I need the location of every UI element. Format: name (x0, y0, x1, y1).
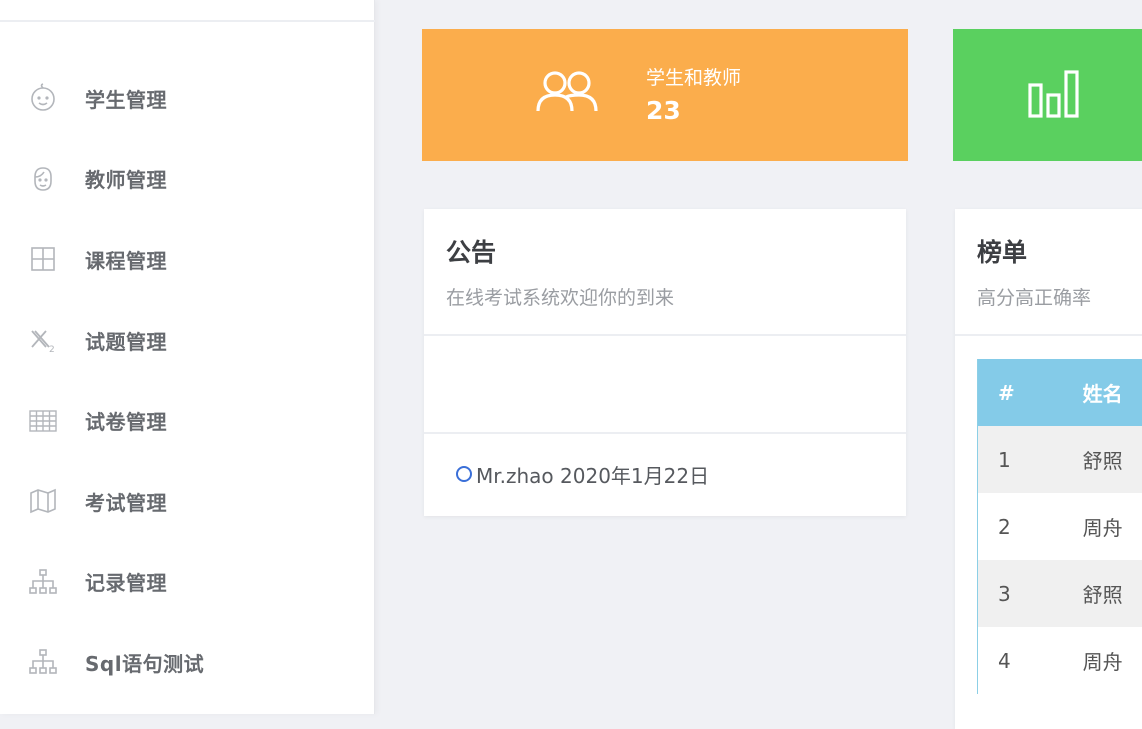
notice-panel: 公告 在线考试系统欢迎你的到来 Mr.zhao 2020年1月22日 (424, 209, 906, 516)
hierarchy-icon (28, 567, 58, 597)
sidebar-item-label: 试卷管理 (85, 410, 167, 435)
stat-card-chart[interactable] (953, 29, 1142, 161)
table-row[interactable]: 4 周舟 (978, 627, 1142, 694)
notice-entry[interactable]: Mr.zhao 2020年1月22日 (424, 434, 906, 514)
divider (0, 20, 375, 22)
table-cell: 1 (998, 447, 1011, 472)
stat-card-users[interactable]: 学生和教师 23 (422, 29, 908, 161)
panel-body (424, 336, 906, 434)
column-header[interactable]: 姓名 (1058, 378, 1142, 407)
face-icon (28, 164, 58, 194)
table-row[interactable]: 3 舒照 (978, 560, 1142, 627)
svg-text:2: 2 (49, 345, 55, 355)
table-cell: 舒照 (1082, 583, 1123, 607)
sidebar-item-label: Sql语句测试 (85, 651, 205, 676)
main-content: 学生和教师 23 公告 在线考试系统欢迎你的到来 Mr.zhao 2020年1月… (376, 0, 1142, 729)
table-cell: 周舟 (1082, 650, 1123, 674)
circle-icon (456, 466, 472, 482)
stat-text: 学生和教师 23 (646, 63, 741, 125)
sidebar-item-teachers[interactable]: 教师管理 (0, 139, 375, 220)
sidebar-item-sql-test[interactable]: Sql语句测试 (0, 622, 375, 703)
panel-header: 公告 在线考试系统欢迎你的到来 (424, 209, 906, 336)
sidebar-item-label: 记录管理 (85, 571, 167, 596)
panel-subtitle: 高分高正确率 (977, 287, 1092, 309)
sidebar-item-label: 考试管理 (85, 490, 167, 515)
sidebar-item-papers[interactable]: 试卷管理 (0, 380, 375, 461)
table-cell: 周舟 (1082, 516, 1123, 540)
sidebar-item-label: 试题管理 (85, 329, 167, 354)
rank-panel: 榜单 高分高正确率 # 姓名 1 舒照 2 周舟 3 舒照 4 周舟 (955, 209, 1142, 729)
users-icon (536, 69, 598, 121)
panel-title: 榜单 (977, 238, 1028, 267)
panel-subtitle: 在线考试系统欢迎你的到来 (446, 287, 675, 309)
sidebar-item-courses[interactable]: 课程管理 (0, 219, 375, 300)
stat-value: 23 (646, 96, 681, 125)
sidebar-item-label: 教师管理 (85, 168, 167, 193)
panel-title: 公告 (446, 238, 497, 267)
table-cell: 舒照 (1082, 449, 1123, 473)
sidebar-menu: 学生管理 教师管理 课程管理 2 试题管理 试卷管理 考试管理 记录管理 Sql… (0, 58, 375, 703)
panel-header: 榜单 高分高正确率 (955, 209, 1142, 336)
sidebar-item-label: 课程管理 (85, 248, 167, 273)
sidebar-item-label: 学生管理 (85, 87, 167, 112)
bar-chart-icon (1027, 69, 1081, 123)
table-cell: 3 (998, 581, 1011, 606)
table-cell: 4 (998, 648, 1011, 673)
table-header: # 姓名 (978, 359, 1142, 426)
rank-table: # 姓名 1 舒照 2 周舟 3 舒照 4 周舟 (977, 359, 1142, 694)
table-row[interactable]: 2 周舟 (978, 493, 1142, 560)
sidebar-item-exams[interactable]: 考试管理 (0, 461, 375, 542)
sidebar-item-records[interactable]: 记录管理 (0, 542, 375, 623)
notice-entry-text: Mr.zhao 2020年1月22日 (476, 463, 710, 488)
stat-label: 学生和教师 (646, 67, 742, 89)
table-row[interactable]: 1 舒照 (978, 426, 1142, 493)
subscript-icon: 2 (28, 325, 58, 355)
table-icon (28, 406, 58, 436)
hierarchy-icon (28, 647, 58, 677)
map-icon (28, 486, 58, 516)
sidebar: 学生管理 教师管理 课程管理 2 试题管理 试卷管理 考试管理 记录管理 Sql… (0, 0, 375, 714)
table-cell: 2 (998, 514, 1011, 539)
sidebar-item-students[interactable]: 学生管理 (0, 58, 375, 139)
grid-icon (28, 244, 58, 274)
column-header[interactable]: # (978, 381, 1058, 405)
sidebar-item-questions[interactable]: 2 试题管理 (0, 300, 375, 381)
baby-face-icon (28, 83, 58, 113)
